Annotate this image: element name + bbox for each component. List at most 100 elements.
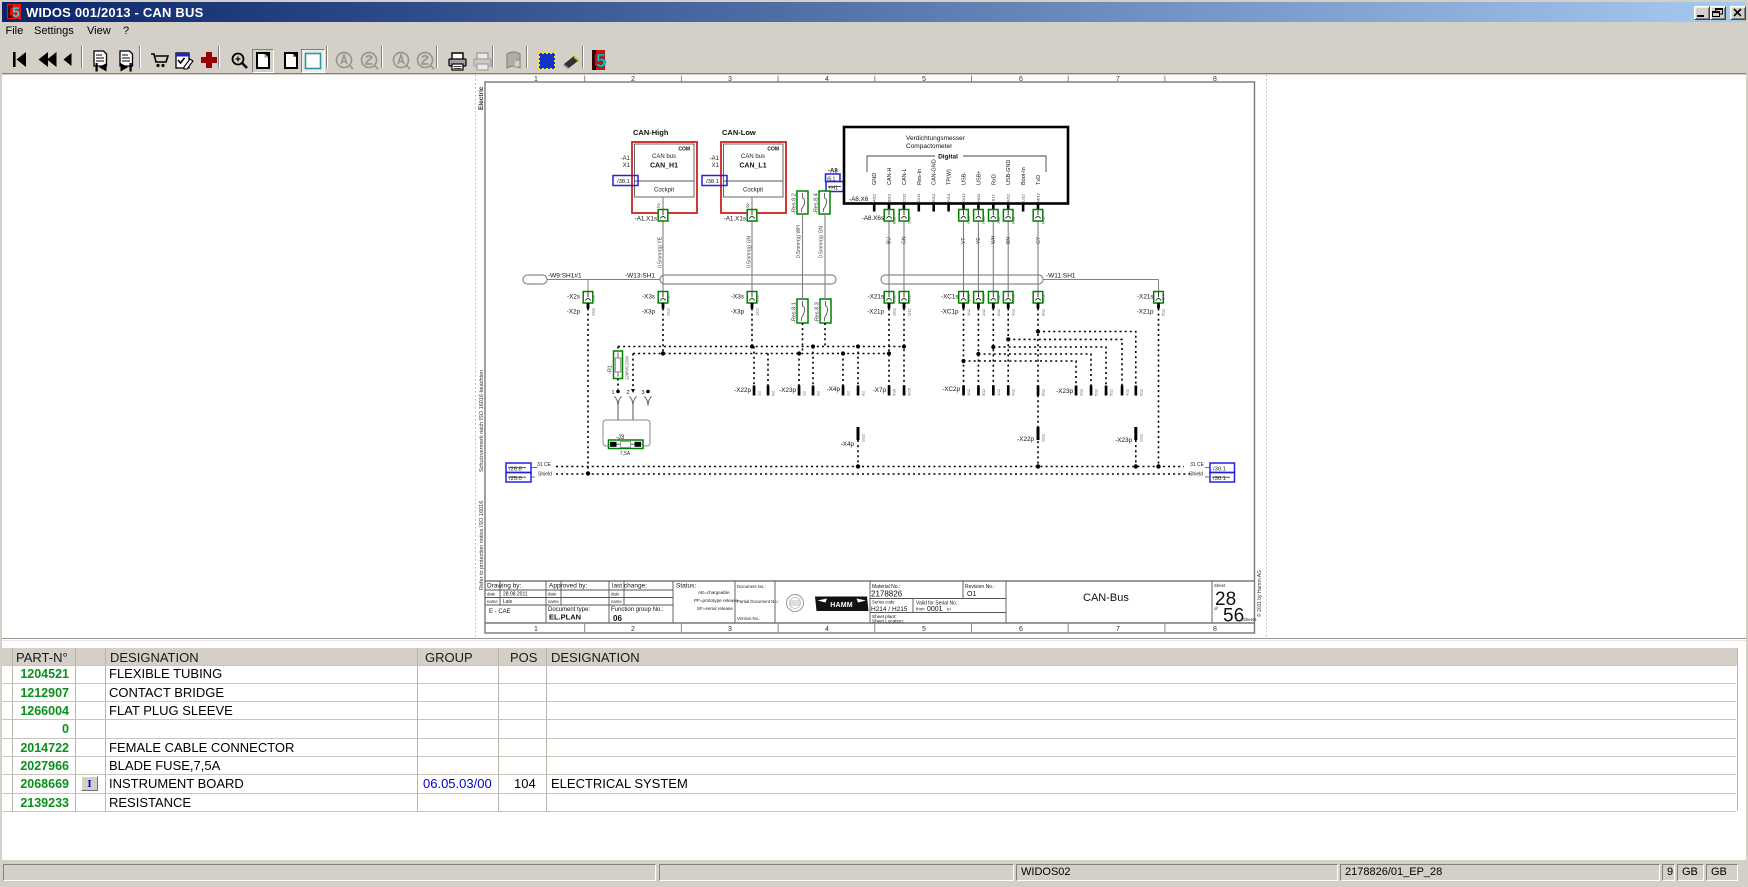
- svg-text:COM: COM: [678, 147, 690, 153]
- svg-text:-X3s: -X3s: [731, 294, 744, 301]
- svg-text:8: 8: [1213, 76, 1217, 83]
- svg-text:/38.1: /38.1: [706, 179, 719, 185]
- svg-text:-R1: -R1: [608, 365, 614, 374]
- svg-text:O1: O1: [967, 591, 976, 598]
- svg-text:-Res.8.1: -Res.8.1: [792, 302, 798, 323]
- svg-text:0.5mm²(q) GN: 0.5mm²(q) GN: [819, 226, 825, 258]
- svg-text:2/12: 2/12: [667, 295, 671, 302]
- svg-text:Function group No.:: Function group No.:: [611, 607, 664, 613]
- svg-text:1/2: 1/2: [758, 391, 762, 396]
- svg-text:4/12: 4/12: [1126, 389, 1130, 396]
- svg-text:WH: WH: [991, 235, 997, 244]
- svg-text:Sheet Location:: Sheet Location:: [872, 618, 904, 623]
- svg-text:-A8: -A8: [828, 169, 838, 175]
- svg-text:-X23p: -X23p: [779, 387, 796, 394]
- svg-text:II/2: II/2: [772, 391, 776, 396]
- svg-text:D/12: D/12: [916, 193, 921, 202]
- svg-text:GY: GY: [1036, 236, 1042, 244]
- svg-text:4/12: 4/12: [1012, 389, 1016, 396]
- svg-text:/30.1: /30.1: [1213, 467, 1226, 473]
- svg-text:USB-GND: USB-GND: [1006, 160, 1012, 185]
- svg-text:B/12: B/12: [886, 193, 891, 202]
- svg-text:name: name: [548, 599, 559, 604]
- svg-text:6/12: 6/12: [1140, 389, 1144, 396]
- svg-text:-X2s: -X2s: [567, 294, 580, 301]
- svg-text:M/12: M/12: [1042, 216, 1046, 224]
- svg-text:1312: 1312: [862, 434, 866, 442]
- svg-text:RxD: RxD: [991, 174, 997, 185]
- svg-text:HAMM: HAMM: [830, 602, 853, 609]
- svg-text:1012: 1012: [893, 308, 897, 316]
- svg-text:2: 2: [626, 390, 629, 396]
- svg-text:N/12: N/12: [982, 294, 986, 302]
- svg-text:Sheets: Sheets: [1243, 617, 1256, 622]
- svg-text:1312: 1312: [1140, 434, 1144, 442]
- svg-text:1312: 1312: [1042, 434, 1046, 442]
- svg-text:Res-In: Res-In: [917, 169, 923, 185]
- svg-text:G/12: G/12: [967, 216, 971, 224]
- svg-text:Schutzvermerk nach ISO 16016 b: Schutzvermerk nach ISO 16016 beachten: [479, 370, 485, 472]
- svg-text:-X22p: -X22p: [734, 387, 751, 394]
- svg-text:2: 2: [631, 76, 635, 83]
- svg-text:-X21p: -X21p: [1137, 309, 1154, 316]
- svg-text:2178826: 2178826: [871, 590, 903, 599]
- svg-text:Compactometer: Compactometer: [906, 143, 953, 150]
- svg-text:-W11:SH1: -W11:SH1: [1046, 273, 1076, 280]
- svg-text:Lais: Lais: [503, 599, 513, 605]
- svg-text:5/12: 5/12: [997, 309, 1001, 316]
- svg-text:0.5mm²(q) GN: 0.5mm²(q) GN: [747, 236, 753, 268]
- svg-text:AE=chargeable: AE=chargeable: [698, 590, 730, 595]
- svg-text:4: 4: [825, 76, 829, 83]
- svg-text:CAN-High: CAN-High: [633, 128, 669, 137]
- svg-text:-J3: -J3: [616, 435, 625, 441]
- svg-text:H/12: H/12: [976, 193, 981, 202]
- svg-text:Status:: Status:: [676, 583, 696, 590]
- svg-text:1/2: 1/2: [803, 391, 807, 396]
- svg-text:Refer to protection notice ISO: Refer to protection notice ISO 16016: [479, 501, 485, 590]
- svg-text:-W9:SH1#1: -W9:SH1#1: [548, 273, 582, 280]
- svg-text:3/12: 3/12: [908, 295, 912, 302]
- svg-text:2: 2: [631, 626, 635, 633]
- svg-text:1112: 1112: [908, 309, 912, 316]
- svg-text:CAN-Low: CAN-Low: [722, 128, 756, 137]
- svg-text:4: 4: [825, 626, 829, 633]
- svg-text:Cockpit: Cockpit: [654, 188, 674, 194]
- svg-text:7/12: 7/12: [997, 295, 1001, 302]
- svg-text:3: 3: [746, 204, 749, 210]
- svg-text:CAN_L1: CAN_L1: [739, 163, 766, 170]
- svg-text:CAN-H: CAN-H: [887, 168, 893, 185]
- svg-text:31 CE: 31 CE: [537, 462, 552, 468]
- svg-text:J/12: J/12: [997, 217, 1001, 224]
- svg-text:A/12: A/12: [872, 193, 877, 202]
- svg-text:3: 3: [728, 76, 732, 83]
- svg-text:USB-: USB-: [962, 172, 968, 185]
- svg-text:CAN-L: CAN-L: [902, 168, 908, 185]
- svg-text:-XC1p: -XC1p: [941, 309, 959, 316]
- svg-text:X1: X1: [712, 163, 720, 169]
- svg-text:6: 6: [1019, 626, 1023, 633]
- svg-text:Version No.:: Version No.:: [737, 616, 760, 621]
- svg-text:5: 5: [922, 76, 926, 83]
- svg-text:-X3p: -X3p: [731, 309, 745, 316]
- svg-text:-X7p: -X7p: [873, 387, 887, 394]
- svg-text:name: name: [611, 599, 622, 604]
- svg-text:name: name: [487, 599, 498, 604]
- svg-text:1312: 1312: [592, 308, 596, 316]
- svg-text:7,5A: 7,5A: [620, 451, 631, 457]
- svg-text:-X22p: -X22p: [1017, 436, 1034, 443]
- svg-text:-XC1s: -XC1s: [941, 294, 959, 301]
- svg-text:7: 7: [1116, 626, 1120, 633]
- svg-text:Partial Document No.:: Partial Document No.:: [737, 599, 779, 604]
- svg-text:3: 3: [756, 220, 760, 222]
- svg-text:H/12: H/12: [982, 216, 986, 224]
- svg-text:II/2: II/2: [862, 391, 866, 396]
- svg-text:VT: VT: [961, 238, 967, 244]
- svg-text:-Res.8.3: -Res.8.3: [815, 302, 821, 323]
- svg-text:E - CAE: E - CAE: [489, 609, 511, 615]
- svg-text:TxD: TxD: [1036, 175, 1042, 185]
- svg-text:L/12: L/12: [1021, 193, 1026, 202]
- svg-text:-XC2p: -XC2p: [942, 386, 960, 393]
- svg-text:3/12: 3/12: [1080, 389, 1084, 396]
- svg-text:3/12: 3/12: [967, 389, 971, 396]
- svg-text:3: 3: [728, 626, 732, 633]
